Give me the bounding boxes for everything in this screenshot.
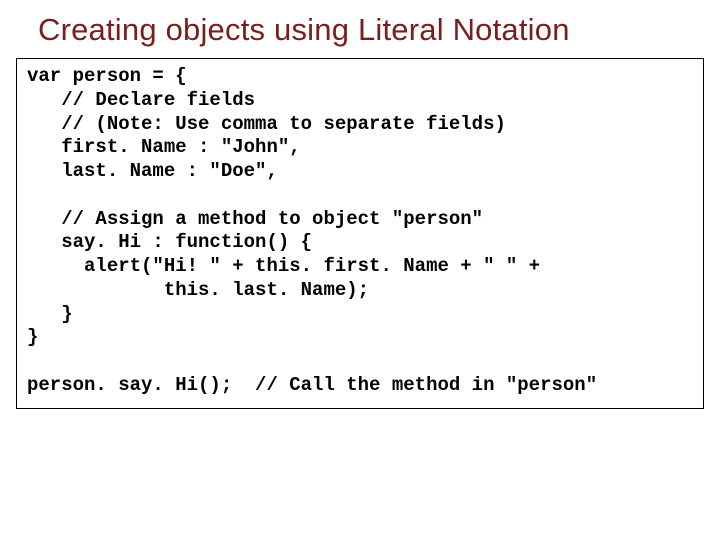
code-line: this. last. Name); xyxy=(27,279,369,301)
code-block: var person = { // Declare fields // (Not… xyxy=(16,58,704,409)
code-line: first. Name : "John", xyxy=(27,136,301,158)
code-line: } xyxy=(27,303,73,325)
code-line: // (Note: Use comma to separate fields) xyxy=(27,113,506,135)
code-line: } xyxy=(27,326,38,348)
code-line: say. Hi : function() { xyxy=(27,231,312,253)
code-line: person. say. Hi(); // Call the method in… xyxy=(27,374,597,396)
page-title: Creating objects using Literal Notation xyxy=(38,12,704,48)
code-line: // Declare fields xyxy=(27,89,255,111)
code-line: last. Name : "Doe", xyxy=(27,160,278,182)
code-line: alert("Hi! " + this. first. Name + " " + xyxy=(27,255,540,277)
slide: Creating objects using Literal Notation … xyxy=(0,0,720,540)
code-line: // Assign a method to object "person" xyxy=(27,208,483,230)
code-line: var person = { xyxy=(27,65,187,87)
